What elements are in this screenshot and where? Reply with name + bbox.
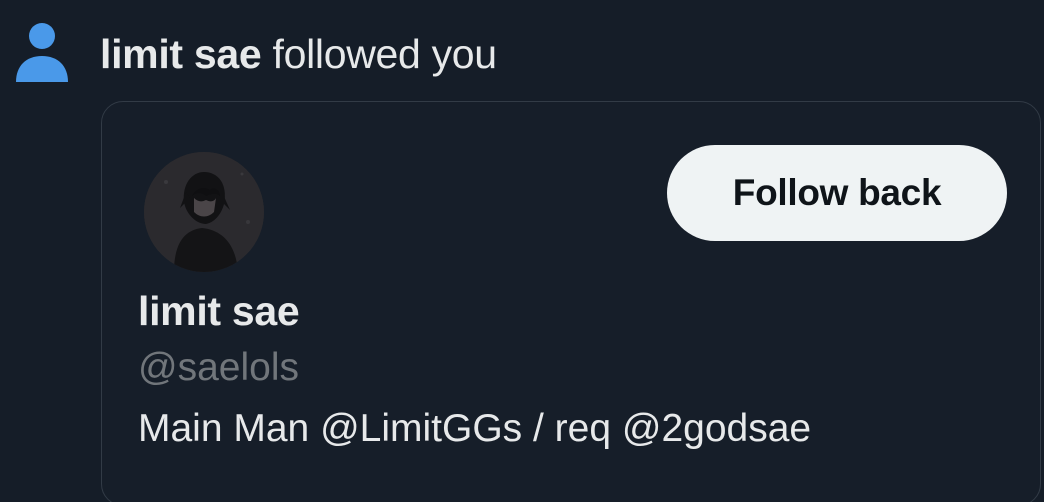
avatar-image <box>144 152 264 272</box>
user-card[interactable]: Follow back limit sae @saelols Main Man … <box>101 101 1041 502</box>
follow-back-button[interactable]: Follow back <box>667 145 1007 241</box>
notification-text: limit sae followed you <box>100 31 497 77</box>
display-name[interactable]: limit sae <box>138 288 300 335</box>
notification-action-text: followed you <box>261 31 497 77</box>
follow-notification[interactable]: limit sae followed you <box>14 14 497 94</box>
avatar[interactable] <box>144 152 264 272</box>
person-icon <box>16 23 68 82</box>
notification-actor-name[interactable]: limit sae <box>100 31 262 77</box>
user-handle[interactable]: @saelols <box>138 346 299 390</box>
user-bio: Main Man @LimitGGs / req @2godsae <box>138 407 812 450</box>
